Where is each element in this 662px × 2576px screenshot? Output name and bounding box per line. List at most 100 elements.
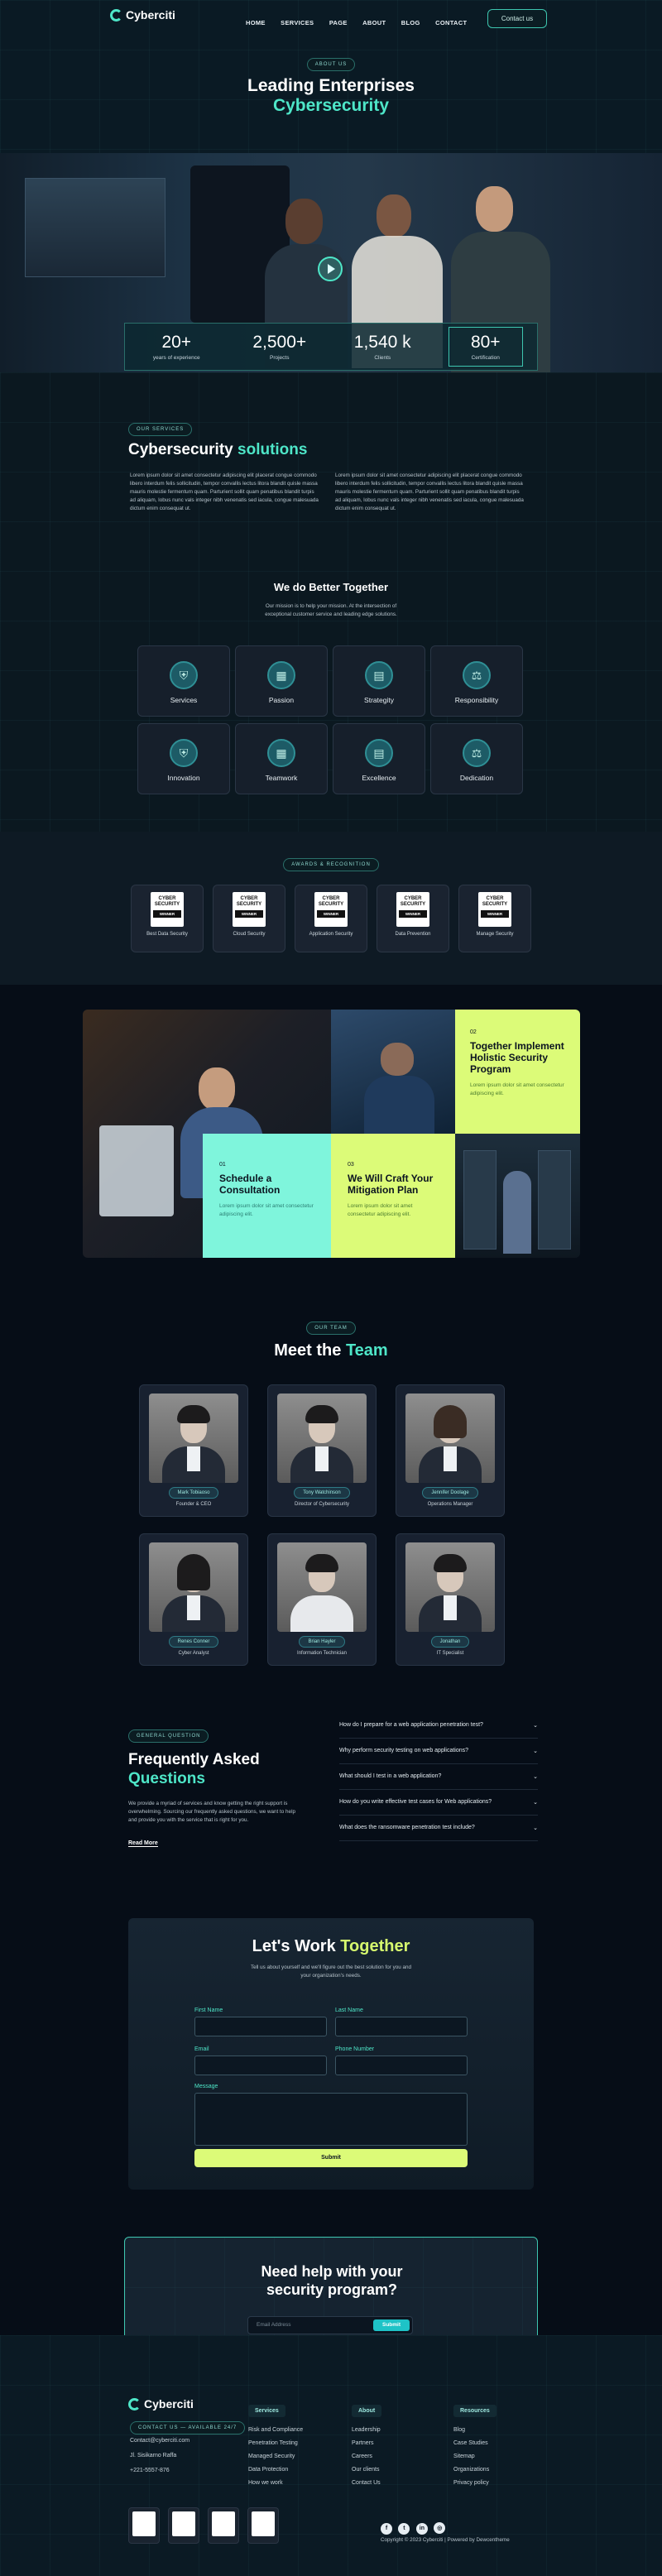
form-subtitle: Tell us about yourself and we'll figure … xyxy=(250,1964,412,1979)
award-badge: CYBER SECURITY WINNER Data Prevention xyxy=(377,885,449,952)
phone-field[interactable] xyxy=(335,2056,468,2075)
award-logo: CYBER SECURITY WINNER xyxy=(478,892,511,927)
social-links: f t in ◎ xyxy=(381,2519,448,2535)
member-photo xyxy=(277,1394,367,1483)
nav-contact[interactable]: CONTACT xyxy=(435,19,467,26)
phone-label: Phone Number xyxy=(335,2046,375,2052)
faq-item[interactable]: What should I test in a web application?… xyxy=(339,1764,538,1790)
award-logo: CYBER SECURITY WINNER xyxy=(314,892,348,927)
team-member-card[interactable]: Renes Conner Cyber Analyst xyxy=(139,1533,248,1666)
faq-item[interactable]: Why perform security testing on web appl… xyxy=(339,1739,538,1764)
newsletter-submit-button[interactable]: Submit xyxy=(373,2319,410,2331)
team-member-card[interactable]: Mark Tobiaoso Founder & CEO xyxy=(139,1384,248,1517)
faq-title: Frequently Asked Questions xyxy=(128,1751,260,1787)
awards-pill: AWARDS & RECOGNITION xyxy=(283,858,379,871)
linkedin-icon[interactable]: in xyxy=(415,2522,428,2535)
scales-icon: ⚖ xyxy=(463,739,491,767)
award-logo xyxy=(128,2507,160,2544)
chevron-down-icon: ⌄ xyxy=(533,1825,538,1831)
last-name-label: Last Name xyxy=(335,2008,363,2013)
nav-page[interactable]: PAGE xyxy=(329,19,348,26)
shield-icon: ⛨ xyxy=(170,661,198,689)
team-member-card[interactable]: Brian Hayler Information Technician xyxy=(267,1533,377,1666)
nav-services[interactable]: SERVICES xyxy=(281,19,314,26)
logo-icon xyxy=(110,8,122,22)
award-badge: CYBER SECURITY WINNER Cloud Security xyxy=(213,885,285,952)
award-badge: CYBER SECURITY WINNER Application Security xyxy=(295,885,367,952)
team-member-card[interactable]: Jennifer Doolage Operations Manager xyxy=(396,1384,505,1517)
contact-pill: CONTACT US — AVAILABLE 24/7 xyxy=(130,2421,246,2434)
step-01-card: 01 Schedule a Consultation Lorem ipsum d… xyxy=(203,1134,331,1258)
footer-email[interactable]: Contact@cyberciti.com xyxy=(130,2438,189,2444)
step-03-card: 03 We Will Craft Your Mitigation Plan Lo… xyxy=(331,1134,455,1258)
message-textarea[interactable] xyxy=(194,2093,468,2146)
twitter-icon[interactable]: t xyxy=(398,2522,410,2535)
member-photo xyxy=(405,1542,495,1632)
help-title: Need help with your security program? xyxy=(261,2263,403,2298)
nav-about[interactable]: ABOUT xyxy=(362,19,386,26)
card-strategity[interactable]: ▤ Strategity xyxy=(333,645,425,717)
contact-us-button[interactable]: Contact us xyxy=(487,9,547,28)
footer-col-resources: Resources Blog Case Studies Sitemap Orga… xyxy=(453,2401,496,2493)
faq-list: How do I prepare for a web application p… xyxy=(339,1713,538,1841)
email-label: Email xyxy=(194,2046,209,2052)
email-input[interactable]: Email Address xyxy=(257,2322,291,2328)
faq-item[interactable]: What does the ransomware penetration tes… xyxy=(339,1816,538,1841)
stat-years: 20+ years of experience xyxy=(152,333,200,361)
card-services[interactable]: ⛨ Services xyxy=(137,645,230,717)
faq-item[interactable]: How do I prepare for a web application p… xyxy=(339,1713,538,1739)
faq-pill: GENERAL QUESTION xyxy=(128,1729,209,1743)
play-button[interactable] xyxy=(318,257,343,281)
nav-home[interactable]: HOME xyxy=(246,19,266,26)
brand[interactable]: Cyberciti xyxy=(110,8,175,22)
building-icon: ▦ xyxy=(267,739,295,767)
chevron-down-icon: ⌄ xyxy=(533,1723,538,1729)
document-icon: ▤ xyxy=(365,661,393,689)
card-dedication[interactable]: ⚖ Dedication xyxy=(430,723,523,794)
last-name-input[interactable] xyxy=(335,2017,468,2036)
building-icon: ▦ xyxy=(267,661,295,689)
contact-form-card: Let's Work Together Tell us about yourse… xyxy=(128,1918,534,2190)
member-photo xyxy=(405,1394,495,1483)
card-excellence[interactable]: ▤ Excellence xyxy=(333,723,425,794)
member-photo xyxy=(277,1542,367,1632)
footer-brand[interactable]: Cyberciti xyxy=(128,2397,194,2411)
card-responsibility[interactable]: ⚖ Responsibility xyxy=(430,645,523,717)
footer-phone[interactable]: +221-5557-876 xyxy=(130,2468,170,2473)
team-member-card[interactable]: Jonathan IT Specialist xyxy=(396,1533,505,1666)
first-name-input[interactable] xyxy=(194,2017,327,2036)
footer-badges xyxy=(128,2507,279,2544)
awards-section: AWARDS & RECOGNITION CYBER SECURITY WINNE… xyxy=(0,832,662,985)
hero-title: Leading Enterprises Cybersecurity xyxy=(247,76,415,115)
form-title: Let's Work Together xyxy=(252,1937,410,1955)
stats-bar: 20+ years of experience 2,500+ Projects 1,… xyxy=(124,323,538,371)
team-pill: OUR TEAM xyxy=(306,1322,356,1335)
award-logo xyxy=(168,2507,199,2544)
server-room-photo xyxy=(455,1134,580,1258)
first-name-label: First Name xyxy=(194,2008,223,2013)
newsletter-form: Email Address Submit xyxy=(247,2316,413,2334)
solutions-paragraph-1: Lorem ipsum dolor sit amet consectetur a… xyxy=(130,473,319,511)
award-logo: CYBER SECURITY WINNER xyxy=(151,892,184,927)
card-passion[interactable]: ▦ Passion xyxy=(235,645,328,717)
nav-blog[interactable]: BLOG xyxy=(401,19,420,26)
play-icon xyxy=(328,264,335,274)
shield-icon: ⛨ xyxy=(170,739,198,767)
instagram-icon[interactable]: ◎ xyxy=(434,2522,446,2534)
award-logo xyxy=(208,2507,239,2544)
card-teamwork[interactable]: ▦ Teamwork xyxy=(235,723,328,794)
scales-icon: ⚖ xyxy=(463,661,491,689)
read-more-link[interactable]: Read More xyxy=(128,1840,158,1847)
submit-button[interactable]: Submit xyxy=(194,2149,468,2167)
faq-text: We provide a myriad of services and know… xyxy=(128,1801,295,1823)
faq-item[interactable]: How do you write effective test cases fo… xyxy=(339,1790,538,1816)
facebook-icon[interactable]: f xyxy=(381,2522,392,2535)
better-title: We do Better Together xyxy=(273,581,389,593)
footer-col-about: About Leadership Partners Careers Our cl… xyxy=(352,2401,382,2493)
email-field[interactable] xyxy=(194,2056,327,2075)
values-grid: ⛨ Services ▦ Passion ▤ Strategity ⚖ Responsi… xyxy=(137,645,526,794)
hero-section: Cyberciti HOME SERVICES PAGE ABOUT BLOG … xyxy=(0,0,662,153)
team-member-card[interactable]: Tony Watchinson Director of Cybersecurity xyxy=(267,1384,377,1517)
team-section: OUR TEAM Meet the Team Mark Tobiaoso Foun… xyxy=(0,1287,662,1666)
card-innovation[interactable]: ⛨ Innovation xyxy=(137,723,230,794)
